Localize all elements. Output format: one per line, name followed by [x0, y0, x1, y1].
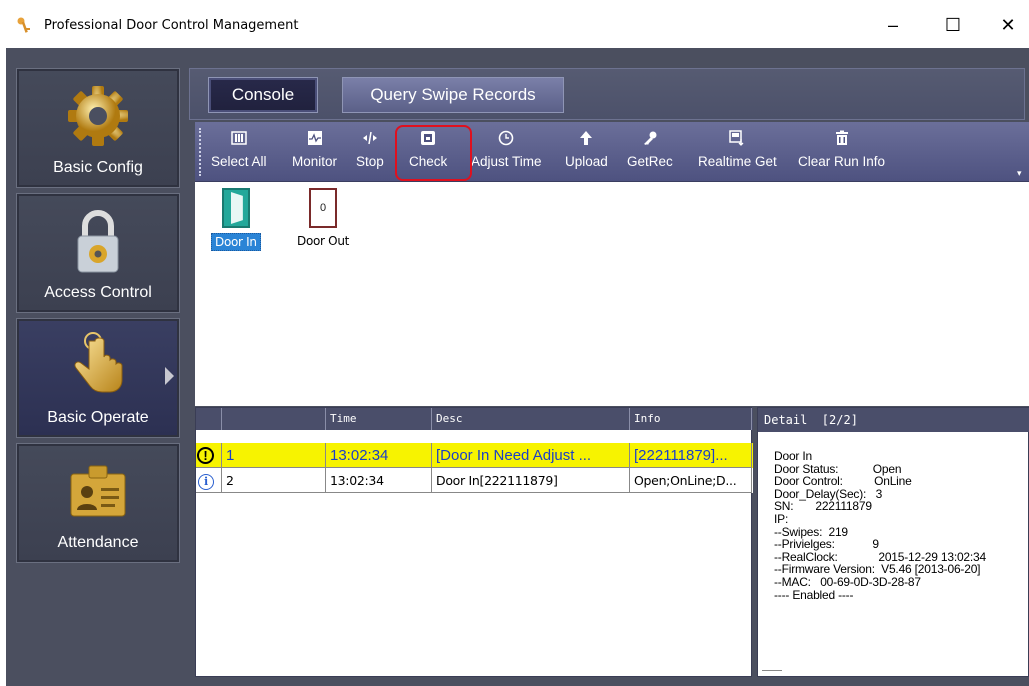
table-row[interactable]: ! 1 13:02:34 [Door In Need Adjust ... [2…: [196, 443, 753, 468]
nav-access-control[interactable]: Access Control: [16, 193, 180, 313]
monitor-label: Monitor: [292, 154, 338, 169]
detail-line: IP:: [774, 511, 789, 526]
monitor-icon: [307, 130, 323, 146]
detail-header: Detail [2/2]: [758, 408, 1029, 432]
key-icon: [642, 130, 658, 146]
toolbar-overflow-chevron-icon[interactable]: ▾: [1017, 168, 1022, 179]
stop-icon: [362, 130, 378, 146]
divider: [762, 670, 782, 671]
row-time: 13:02:34: [326, 443, 432, 468]
title-bar: Professional Door Control Management – ☐…: [0, 0, 1029, 48]
detail-line: Door Control: OnLine: [774, 474, 912, 489]
clear-run-info-button[interactable]: Clear Run Info: [798, 128, 885, 176]
row-desc: [Door In Need Adjust ...: [432, 443, 630, 468]
clock-icon: [498, 130, 514, 146]
close-button[interactable]: ✕: [985, 8, 1029, 42]
padlock-icon: [77, 210, 119, 273]
detail-text[interactable]: Door In Door Status: Open Door Control: …: [774, 450, 986, 601]
select-all-icon: [231, 130, 247, 146]
row-desc: Door In[222111879]: [432, 468, 630, 493]
detail-line: Door In: [774, 449, 812, 463]
nav-label: Access Control: [44, 284, 152, 301]
nav-label: Basic Operate: [47, 409, 149, 426]
check-highlight-annotation: [395, 125, 472, 181]
detail-line: ---- Enabled ----: [774, 587, 854, 602]
tab-console[interactable]: Console: [208, 77, 318, 113]
detail-line: --Privielges: 9: [774, 537, 879, 552]
row-info: Open;OnLine;D...: [630, 468, 752, 493]
minimize-button[interactable]: –: [870, 8, 916, 42]
window-title: Professional Door Control Management: [44, 18, 299, 33]
row-index: 2: [222, 468, 326, 493]
active-nav-indicator: [165, 367, 174, 385]
nav-label: Attendance: [57, 534, 139, 551]
realtime-get-button[interactable]: Realtime Get: [698, 128, 777, 176]
toolbar-grip[interactable]: [199, 128, 202, 176]
column-header[interactable]: [196, 408, 222, 430]
upload-arrow-icon: [578, 130, 594, 146]
adjust-time-button[interactable]: Adjust Time: [471, 128, 542, 176]
column-header[interactable]: [222, 408, 326, 430]
nav-attendance[interactable]: Attendance: [16, 443, 180, 563]
door-closed-icon: 0: [309, 188, 338, 228]
door-item-door-in[interactable]: Door In: [211, 188, 261, 251]
table-row[interactable]: i 2 13:02:34 Door In[222111879] Open;OnL…: [196, 468, 753, 493]
row-index: 1: [222, 443, 326, 468]
adjust-time-label: Adjust Time: [471, 154, 542, 169]
upload-label: Upload: [565, 154, 608, 169]
tab-bar: Console Query Swipe Records: [189, 68, 1025, 120]
stop-button[interactable]: Stop: [356, 128, 384, 176]
row-status: !: [196, 443, 222, 468]
maximize-button[interactable]: ☐: [930, 8, 976, 42]
row-status: i: [196, 468, 222, 493]
row-info: [222111879]...: [630, 443, 752, 468]
realtime-get-icon: [729, 130, 745, 146]
keys-icon: [17, 17, 30, 33]
info-icon: i: [198, 474, 214, 490]
upload-button[interactable]: Upload: [565, 128, 608, 176]
realtime-get-label: Realtime Get: [698, 154, 777, 169]
tab-query-swipe-records[interactable]: Query Swipe Records: [342, 77, 564, 113]
getrec-button[interactable]: GetRec: [627, 128, 673, 176]
door-name: Door In: [211, 233, 261, 251]
trash-icon: [834, 130, 850, 146]
row-time: 13:02:34: [326, 468, 432, 493]
detail-line: SN: 222111879: [774, 499, 872, 514]
select-all-label: Select All: [211, 154, 267, 169]
detail-panel: Detail [2/2] Door In Door Status: Open D…: [757, 407, 1029, 677]
column-header-info[interactable]: Info: [630, 408, 752, 430]
hand-pointer-icon: [74, 332, 123, 393]
warning-icon: !: [197, 447, 214, 464]
getrec-label: GetRec: [627, 154, 673, 169]
nav-basic-config[interactable]: Basic Config: [16, 68, 180, 188]
nav-label: Basic Config: [53, 159, 143, 176]
table-header: Time Desc Info: [196, 408, 753, 430]
id-card-icon: [70, 465, 126, 517]
monitor-button[interactable]: Monitor: [292, 128, 337, 176]
nav-basic-operate[interactable]: Basic Operate: [16, 318, 180, 438]
stop-label: Stop: [356, 154, 384, 169]
run-info-table: Time Desc Info ! 1 13:02:34 [Door In Nee…: [195, 407, 753, 677]
clear-run-info-label: Clear Run Info: [798, 154, 886, 169]
gear-icon: [68, 86, 128, 146]
door-list: Door In 0 Door Out: [195, 182, 1029, 406]
door-open-icon: [221, 188, 250, 228]
toolbar: Select All Monitor Stop Check Adjust Tim…: [195, 122, 1029, 182]
column-header-desc[interactable]: Desc: [432, 408, 630, 430]
door-name: Door Out: [297, 234, 350, 248]
detail-line: --MAC: 00-69-0D-3D-28-87: [774, 574, 921, 589]
door-item-door-out[interactable]: 0 Door Out: [294, 188, 352, 249]
column-header-time[interactable]: Time: [326, 408, 432, 430]
select-all-button[interactable]: Select All: [211, 128, 267, 176]
